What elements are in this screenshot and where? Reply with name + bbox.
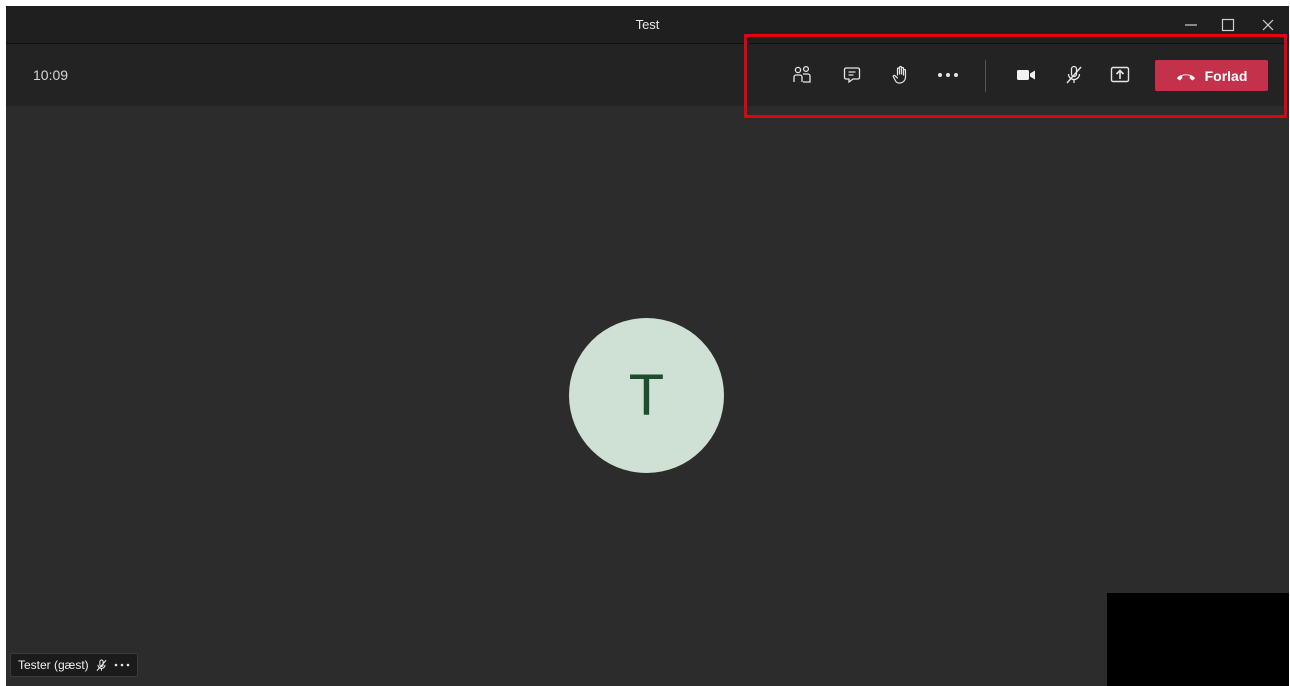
raise-hand-button[interactable] [885, 59, 917, 91]
mic-off-icon [1066, 65, 1082, 84]
camera-button[interactable] [1010, 59, 1042, 91]
chat-icon [843, 67, 861, 84]
self-video-preview [1107, 593, 1289, 686]
meeting-window: Test 10:09 Forlad T Tester (gæst) [6, 6, 1289, 686]
meeting-toolbar: 10:09 Forlad [6, 44, 1289, 106]
participants-button[interactable] [786, 59, 818, 91]
minimize-button[interactable] [1176, 10, 1206, 40]
mic-off-icon [96, 658, 107, 671]
participant-options-button[interactable] [114, 662, 130, 668]
leave-label: Forlad [1204, 67, 1248, 84]
meeting-timer: 10:09 [33, 67, 69, 83]
hang-up-icon [1176, 73, 1195, 80]
maximize-icon [1221, 18, 1235, 32]
more-icon [938, 73, 958, 77]
minimize-icon [1185, 24, 1197, 26]
more-icon [114, 663, 129, 667]
chat-button[interactable] [836, 59, 868, 91]
more-options-button[interactable] [932, 59, 964, 91]
title-bar: Test [6, 6, 1289, 44]
avatar-initial: T [628, 363, 665, 428]
hand-icon [892, 65, 907, 84]
participant-avatar: T [569, 318, 724, 473]
maximize-button[interactable] [1213, 10, 1243, 40]
participant-name: Tester (gæst) [18, 658, 89, 672]
toolbar-divider [985, 60, 986, 92]
leave-meeting-button[interactable]: Forlad [1155, 60, 1268, 91]
share-screen-icon [1110, 66, 1130, 83]
close-button[interactable] [1253, 10, 1283, 40]
window-title: Test [635, 17, 660, 32]
camera-icon [1017, 70, 1035, 80]
close-icon [1262, 19, 1274, 31]
participant-name-tag: Tester (gæst) [10, 653, 138, 677]
share-screen-button[interactable] [1104, 59, 1136, 91]
mute-button[interactable] [1058, 59, 1090, 91]
people-icon [793, 65, 811, 83]
